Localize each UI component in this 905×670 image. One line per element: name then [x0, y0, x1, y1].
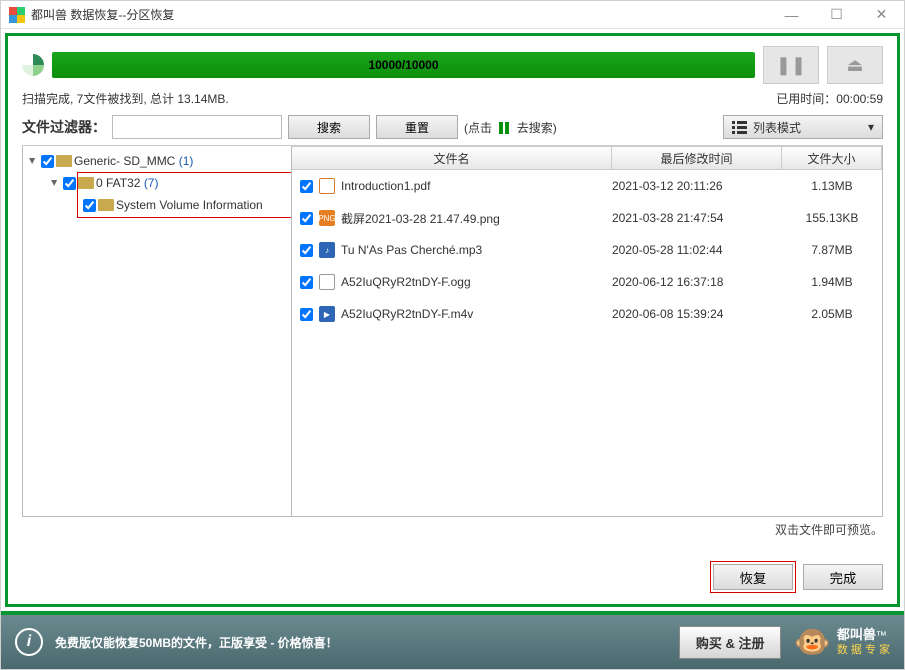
column-date[interactable]: 最后修改时间	[612, 146, 782, 170]
file-date: 2020-06-12 16:37:18	[612, 275, 782, 289]
pause-bars-icon	[499, 122, 509, 134]
mascot-icon: 🐵	[793, 625, 830, 660]
mp3-file-icon: ♪	[319, 242, 335, 258]
png-file-icon: PNG	[319, 210, 335, 226]
progress-text: 10000/10000	[368, 58, 438, 72]
footer-banner: i 免费版仅能恢复50MB的文件，正版享受 - 价格惊喜！ 购买 & 注册 🐵 …	[1, 611, 904, 669]
highlight-box	[77, 172, 292, 218]
app-icon	[9, 7, 25, 23]
close-button[interactable]: ✕	[859, 1, 904, 29]
tree-root-label[interactable]: Generic- SD_MMC (1)	[74, 154, 193, 168]
window-title: 都叫兽 数据恢复--分区恢复	[31, 6, 174, 23]
file-name: Introduction1.pdf	[341, 179, 430, 193]
scan-summary: 扫描完成, 7文件被找到, 总计 13.14MB.	[22, 90, 229, 107]
file-checkbox[interactable]	[300, 308, 313, 321]
folder-icon	[56, 155, 72, 167]
brand-logo: 🐵 都叫兽™数 据 专 家	[793, 625, 890, 660]
done-button[interactable]: 完成	[803, 564, 883, 590]
caret-icon[interactable]: ▸	[26, 155, 40, 167]
column-size[interactable]: 文件大小	[782, 146, 882, 170]
chevron-down-icon: ▾	[868, 120, 874, 134]
file-checkbox[interactable]	[300, 244, 313, 257]
file-list: 文件名 最后修改时间 文件大小 Introduction1.pdf 2021-03…	[292, 146, 883, 517]
buy-register-button[interactable]: 购买 & 注册	[679, 626, 782, 659]
file-size: 2.05MB	[782, 307, 882, 321]
file-checkbox[interactable]	[300, 212, 313, 225]
file-row[interactable]: Introduction1.pdf 2021-03-12 20:11:261.13…	[292, 170, 882, 202]
file-size: 155.13KB	[782, 211, 882, 225]
filter-input[interactable]	[112, 115, 282, 139]
pdf-file-icon	[319, 178, 335, 194]
file-name: Tu N'As Pas Cherché.mp3	[341, 243, 482, 257]
titlebar: 都叫兽 数据恢复--分区恢复 — ☐ ✕	[1, 1, 904, 29]
filter-label: 文件过滤器：	[22, 117, 106, 137]
view-mode-label: 列表模式	[753, 119, 868, 136]
search-hint: (点击 去搜索)	[464, 119, 557, 136]
file-date: 2021-03-12 20:11:26	[612, 179, 782, 193]
folder-tree[interactable]: ▸ Generic- SD_MMC (1) ▸ 0 FAT32 (7) Syst…	[22, 146, 292, 517]
footer-message: 免费版仅能恢复50MB的文件，正版享受 - 价格惊喜！	[55, 634, 667, 651]
file-date: 2021-03-28 21:47:54	[612, 211, 782, 225]
pause-button[interactable]: ❚❚	[763, 46, 819, 84]
recover-button[interactable]: 恢复	[713, 564, 793, 590]
file-date: 2020-05-28 11:02:44	[612, 243, 782, 257]
file-size: 7.87MB	[782, 243, 882, 257]
spinner-icon	[22, 54, 44, 76]
file-row[interactable]: ▶ A52IuQRyR2tnDY-F.m4v 2020-06-08 15:39:24…	[292, 298, 882, 330]
reset-button[interactable]: 重置	[376, 115, 458, 139]
file-row[interactable]: PNG 截屏2021-03-28 21.47.49.png 2021-03-28 2…	[292, 202, 882, 234]
file-name: A52IuQRyR2tnDY-F.m4v	[341, 307, 473, 321]
file-name: 截屏2021-03-28 21.47.49.png	[341, 210, 500, 227]
file-checkbox[interactable]	[300, 276, 313, 289]
file-name: A52IuQRyR2tnDY-F.ogg	[341, 275, 471, 289]
tree-checkbox[interactable]	[41, 155, 54, 168]
file-size: 1.13MB	[782, 179, 882, 193]
maximize-button[interactable]: ☐	[814, 1, 859, 29]
tree-checkbox[interactable]	[63, 177, 76, 190]
file-checkbox[interactable]	[300, 180, 313, 193]
file-row[interactable]: A52IuQRyR2tnDY-F.ogg 2020-06-12 16:37:181…	[292, 266, 882, 298]
info-icon: i	[15, 628, 43, 656]
txt-file-icon	[319, 274, 335, 290]
file-date: 2020-06-08 15:39:24	[612, 307, 782, 321]
m4v-file-icon: ▶	[319, 306, 335, 322]
caret-icon[interactable]: ▸	[48, 177, 62, 189]
file-row[interactable]: ♪ Tu N'As Pas Cherché.mp3 2020-05-28 11:02…	[292, 234, 882, 266]
view-mode-select[interactable]: 列表模式 ▾	[723, 115, 883, 139]
preview-hint: 双击文件即可预览。	[22, 521, 883, 538]
search-button[interactable]: 搜索	[288, 115, 370, 139]
file-size: 1.94MB	[782, 275, 882, 289]
column-name[interactable]: 文件名	[292, 146, 612, 170]
elapsed-time: 已用时间：00:00:59	[776, 90, 883, 107]
list-icon	[732, 121, 747, 134]
progress-bar: 10000/10000	[52, 52, 755, 78]
minimize-button[interactable]: —	[769, 1, 814, 29]
stop-button[interactable]: ⏏	[827, 46, 883, 84]
